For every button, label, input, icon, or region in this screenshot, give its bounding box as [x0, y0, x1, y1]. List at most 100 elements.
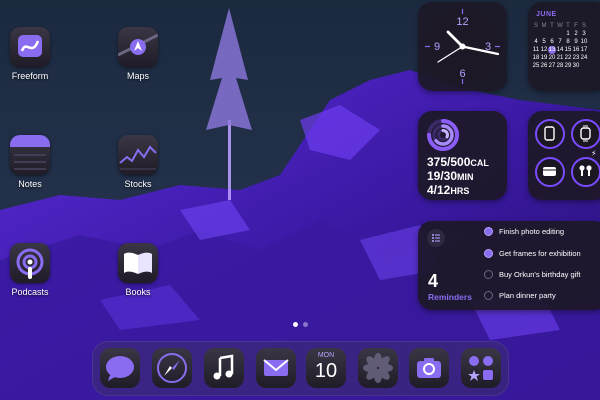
calendar-weekday: T: [566, 23, 570, 29]
app-books[interactable]: Books: [103, 243, 173, 297]
app-label: Notes: [18, 179, 42, 189]
app-freeform[interactable]: Freeform: [0, 27, 65, 81]
airpods-battery: [571, 157, 600, 187]
music-icon[interactable]: [204, 348, 244, 388]
calendar-day: 29: [564, 63, 572, 69]
airpods-icon: [579, 165, 592, 176]
app-podcasts[interactable]: Podcasts: [0, 243, 65, 297]
calendar-day: [548, 30, 556, 38]
wallpaper: [0, 0, 600, 400]
calendar-day-label: MON: [317, 352, 335, 359]
calendar-day: 15: [564, 47, 572, 53]
page-dot-active: [293, 322, 298, 327]
messages-icon[interactable]: [100, 348, 140, 388]
calendar-month: JUNE: [536, 11, 557, 18]
calendar-grid: S M T W T F S 1 2 3 4 5 6 7 8 9 10 11 12 13 14 15 16 17 18 19 20 21…: [532, 22, 588, 70]
calendar-day: 24: [580, 55, 588, 61]
calendar-day: 27: [548, 63, 556, 69]
exercise-unit: MIN: [457, 172, 474, 182]
calendar-day: 22: [564, 55, 572, 61]
case-icon: [543, 167, 556, 176]
safari-icon[interactable]: [152, 348, 192, 388]
notes-icon: [10, 135, 50, 175]
bolt-icon: ⚡: [591, 149, 597, 158]
calendar-day: 14: [556, 47, 564, 53]
list-icon: [427, 229, 445, 247]
activity-rings-icon: [427, 119, 459, 151]
ipad-battery: [535, 119, 565, 149]
reminder-item[interactable]: Buy Orkun's birthday gift: [484, 270, 580, 279]
calendar-day: 3: [582, 31, 586, 37]
calendar-day: 25: [532, 63, 540, 69]
calendar-day: 1: [566, 31, 570, 37]
checkbox-unchecked[interactable]: [484, 270, 493, 279]
reminder-text: Finish photo editing: [499, 227, 565, 236]
page-dot: [303, 322, 308, 327]
mail-icon[interactable]: [256, 348, 296, 388]
calendar-icon[interactable]: MON 10: [306, 348, 346, 388]
checkbox-checked[interactable]: [484, 249, 493, 258]
calendar-weekday: F: [574, 23, 578, 29]
calendar-day: 9: [574, 39, 578, 45]
clock-widget[interactable]: 12 3 6 9: [418, 2, 507, 91]
app-label: Podcasts: [11, 287, 49, 297]
stand-stat: 4/12HRS: [427, 183, 469, 197]
podcasts-icon: [10, 243, 50, 283]
checkbox-unchecked[interactable]: [484, 291, 493, 300]
maps-icon: [118, 27, 158, 67]
books-icon: [118, 243, 158, 283]
app-label: Maps: [126, 71, 149, 81]
move-stat: 375/500CAL: [427, 155, 489, 169]
app-maps[interactable]: Maps: [103, 27, 173, 81]
calendar-day: 6: [550, 39, 554, 45]
calendar-day: 8: [566, 39, 570, 45]
calendar-weekday: S: [533, 23, 538, 29]
reminder-item[interactable]: Plan dinner party: [484, 291, 556, 300]
calendar-weekday: T: [550, 23, 554, 29]
app-library-icon[interactable]: [461, 348, 501, 388]
calendar-weekday: M: [541, 23, 547, 29]
dock: MON 10: [92, 341, 509, 396]
reminders-title: Reminders: [428, 292, 472, 302]
reminders-widget[interactable]: 4 Reminders Finish photo editing Get fra…: [418, 221, 600, 310]
calendar-day: 21: [556, 55, 564, 61]
calendar-widget[interactable]: JUNE S M T W T F S 1 2 3 4 5 6 7 8 9 10 11 12 13 14 15 16 17 18 1…: [528, 2, 600, 91]
fitness-widget[interactable]: 375/500CAL 19/30MIN 4/12HRS: [418, 111, 507, 200]
app-stocks[interactable]: Stocks: [103, 135, 173, 189]
page-indicator[interactable]: [293, 322, 308, 327]
calendar-day: 11: [532, 47, 540, 53]
calendar-day: [540, 30, 548, 38]
reminder-text: Get frames for exhibition: [499, 249, 581, 258]
clock-numeral: 6: [459, 68, 465, 80]
calendar-day: [532, 30, 540, 38]
app-notes[interactable]: Notes: [0, 135, 65, 189]
camera-icon[interactable]: [409, 348, 449, 388]
calendar-day: 10: [580, 39, 588, 45]
exercise-stat: 19/30MIN: [427, 169, 474, 183]
stand-value: 4/12: [427, 183, 451, 197]
calendar-day: 2: [574, 31, 578, 37]
batteries-widget[interactable]: ⚡: [528, 111, 600, 200]
calendar-day: 20: [548, 55, 556, 61]
calendar-day: [580, 62, 588, 70]
calendar-day: 23: [572, 55, 580, 61]
reminder-item[interactable]: Get frames for exhibition: [484, 249, 581, 258]
calendar-day: 17: [580, 47, 588, 53]
stocks-icon: [118, 135, 158, 175]
calendar-day: 5: [542, 39, 546, 45]
calendar-weekday: S: [581, 23, 586, 29]
app-label: Stocks: [124, 179, 152, 189]
calendar-day: 4: [534, 39, 538, 45]
checkbox-checked[interactable]: [484, 227, 493, 236]
photos-icon[interactable]: [358, 348, 398, 388]
calendar-day: 16: [572, 47, 580, 53]
reminder-text: Buy Orkun's birthday gift: [499, 270, 581, 279]
reminder-item[interactable]: Finish photo editing: [484, 227, 564, 236]
calendar-today: 13: [548, 46, 556, 54]
exercise-value: 19/30: [427, 169, 458, 183]
move-value: 375/500: [427, 155, 471, 169]
clock-numeral: 12: [456, 16, 468, 28]
app-label: Books: [125, 287, 151, 297]
calendar-day: 7: [558, 39, 562, 45]
app-label: Freeform: [11, 71, 49, 81]
